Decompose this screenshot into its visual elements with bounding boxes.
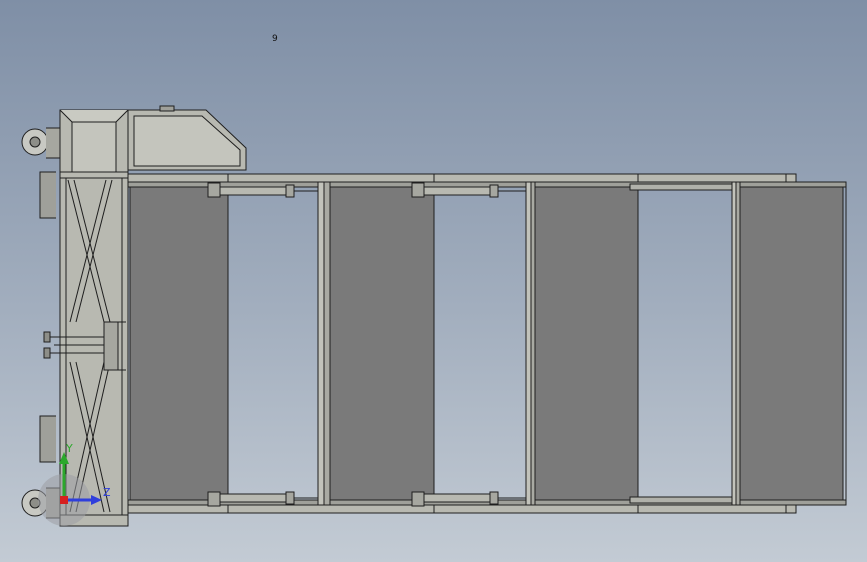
caster-top [21, 127, 61, 159]
empty-bay-3 [637, 186, 735, 501]
empty-bay-1 [227, 186, 321, 501]
panel-2 [329, 186, 435, 501]
axis-label-y: Y [65, 442, 73, 455]
model-drawing[interactable]: Y Z [0, 0, 867, 562]
side-bracket-top [39, 171, 56, 219]
panel-3 [534, 186, 639, 501]
side-bracket-bottom [39, 415, 56, 463]
cross-member-2 [525, 181, 536, 506]
empty-bay-2 [433, 186, 529, 501]
panel-1 [129, 186, 229, 501]
axis-label-z: Z [103, 486, 111, 499]
cross-member-1 [317, 181, 331, 506]
cross-member-3 [731, 181, 741, 506]
motor-housing [127, 105, 247, 171]
panel-4 [739, 186, 844, 501]
left-end-frame [59, 109, 129, 527]
rail-ticks [227, 174, 787, 513]
cad-viewport[interactable]: 9 Y Z [0, 0, 867, 562]
